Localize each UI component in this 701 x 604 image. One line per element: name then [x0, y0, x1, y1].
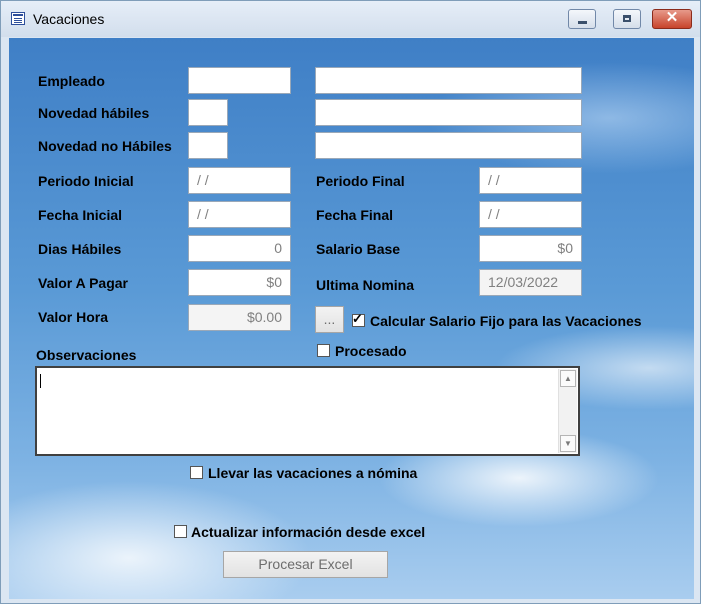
checkmark-icon: ✓	[352, 311, 363, 326]
minimize-button[interactable]	[568, 9, 596, 29]
periodo-final-label: Periodo Final	[316, 173, 405, 189]
salario-base-label: Salario Base	[316, 241, 401, 257]
llevar-a-nomina-label[interactable]: Llevar las vacaciones a nómina	[208, 465, 417, 481]
dias-habiles-label: Dias Hábiles	[38, 241, 122, 257]
form-area: Empleado Novedad hábiles Novedad no Hábi…	[9, 38, 694, 599]
text-caret	[40, 374, 41, 388]
llevar-a-nomina-checkbox[interactable]	[190, 466, 203, 479]
novedad-no-habiles-label: Novedad no Hábiles	[38, 138, 172, 154]
maximize-icon	[623, 15, 631, 22]
vacaciones-window: Vacaciones ✕ Empleado Novedad hábiles No…	[0, 0, 701, 604]
dias-habiles-field[interactable]: 0	[188, 235, 291, 262]
valor-a-pagar-label: Valor A Pagar	[38, 275, 129, 291]
procesado-label[interactable]: Procesado	[335, 343, 407, 359]
valor-a-pagar-field[interactable]: $0	[188, 269, 291, 296]
procesar-excel-button[interactable]: Procesar Excel	[223, 551, 388, 578]
observaciones-label: Observaciones	[36, 347, 137, 363]
fecha-final-field[interactable]: / /	[479, 201, 582, 228]
observaciones-textarea[interactable]: ▲ ▼	[35, 366, 580, 456]
maximize-button[interactable]	[613, 9, 641, 29]
calcular-salario-fijo-label[interactable]: Calcular Salario Fijo para las Vacacione…	[370, 313, 642, 329]
empleado-code-field[interactable]	[188, 67, 291, 94]
ultima-nomina-label: Ultima Nomina	[316, 277, 415, 293]
periodo-inicial-field[interactable]: / /	[188, 167, 291, 194]
close-icon: ✕	[665, 9, 679, 26]
actualizar-desde-excel-checkbox[interactable]	[174, 525, 187, 538]
periodo-final-field[interactable]: / /	[479, 167, 582, 194]
scroll-up-icon[interactable]: ▲	[560, 370, 576, 387]
empleado-label: Empleado	[38, 73, 105, 89]
novedad-no-habiles-code-field[interactable]	[188, 132, 228, 159]
novedad-habiles-label: Novedad hábiles	[38, 105, 150, 121]
minimize-icon	[578, 21, 587, 24]
fecha-inicial-label: Fecha Inicial	[38, 207, 123, 223]
calcular-salario-fijo-checkbox[interactable]: ✓	[352, 311, 365, 327]
app-icon	[11, 12, 25, 25]
scroll-down-icon[interactable]: ▼	[560, 435, 576, 452]
observaciones-scrollbar[interactable]: ▲ ▼	[558, 369, 577, 453]
procesado-checkbox[interactable]	[317, 344, 330, 357]
novedad-habiles-name-field[interactable]	[315, 99, 582, 126]
novedad-no-habiles-name-field[interactable]	[315, 132, 582, 159]
actualizar-desde-excel-label[interactable]: Actualizar información desde excel	[191, 524, 425, 540]
periodo-inicial-label: Periodo Inicial	[38, 173, 134, 189]
fecha-final-label: Fecha Final	[316, 207, 394, 223]
valor-hora-field: $0.00	[188, 304, 291, 331]
title-bar[interactable]: Vacaciones ✕	[1, 1, 700, 37]
close-button[interactable]: ✕	[652, 9, 692, 29]
ellipsis-button[interactable]: ...	[315, 306, 344, 333]
valor-hora-label: Valor Hora	[38, 309, 109, 325]
window-title: Vacaciones	[33, 11, 105, 27]
ultima-nomina-field: 12/03/2022	[479, 269, 582, 296]
novedad-habiles-code-field[interactable]	[188, 99, 228, 126]
fecha-inicial-field[interactable]: / /	[188, 201, 291, 228]
salario-base-field[interactable]: $0	[479, 235, 582, 262]
empleado-name-field[interactable]	[315, 67, 582, 94]
